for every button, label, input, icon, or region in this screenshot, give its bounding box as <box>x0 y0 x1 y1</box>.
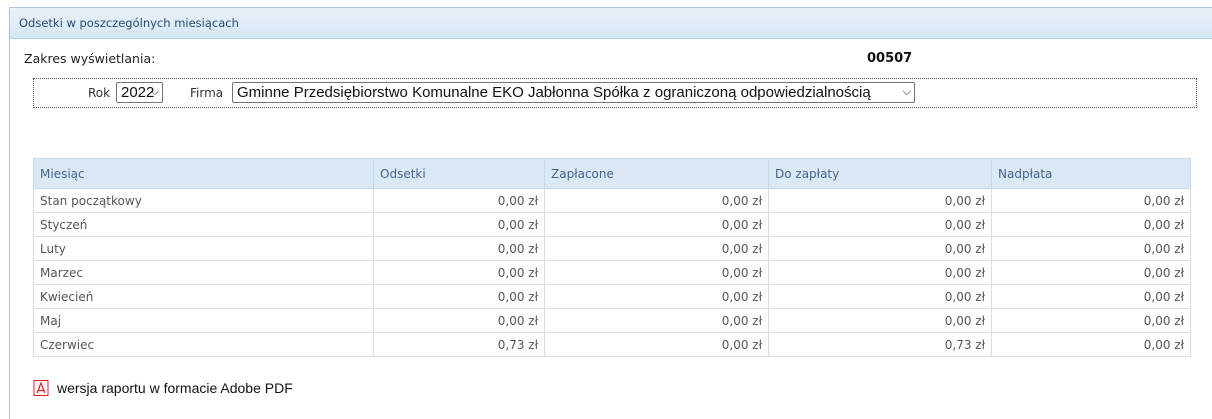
year-select-value: 2022 <box>121 84 155 101</box>
company-select-value: Gminne Przedsiębiorstwo Komunalne EKO Ja… <box>237 84 871 101</box>
cell-interest: 0,00 zł <box>373 188 545 213</box>
cell-paid: 0,00 zł <box>544 212 769 237</box>
year-select[interactable]: 2022 ⌵ <box>116 82 163 103</box>
cell-interest: 0,00 zł <box>373 284 545 309</box>
year-label: Rok <box>88 86 111 100</box>
cell-month: Styczeń <box>33 212 374 237</box>
cell-month: Luty <box>33 236 374 261</box>
cell-due: 0,00 zł <box>768 260 992 285</box>
column-header-interest: Odsetki <box>373 158 545 189</box>
cell-overpayment: 0,00 zł <box>991 284 1191 309</box>
table-row: Maj 0,00 zł 0,00 zł 0,00 zł 0,00 zł <box>33 308 1191 333</box>
column-header-month: Miesiąc <box>33 158 374 189</box>
cell-due: 0,00 zł <box>768 308 992 333</box>
cell-due: 0,00 zł <box>768 188 992 213</box>
cell-due: 0,00 zł <box>768 284 992 309</box>
cell-month: Marzec <box>33 260 374 285</box>
table-row: Marzec 0,00 zł 0,00 zł 0,00 zł 0,00 zł <box>33 260 1191 285</box>
table-row: Czerwiec 0,73 zł 0,00 zł 0,73 zł 0,00 zł <box>33 332 1191 357</box>
cell-month: Stan początkowy <box>33 188 374 213</box>
panel-title: Odsetki w poszczególnych miesiącach <box>10 8 1212 39</box>
column-header-due: Do zapłaty <box>768 158 992 189</box>
cell-overpayment: 0,00 zł <box>991 308 1191 333</box>
table-row: Kwiecień 0,00 zł 0,00 zł 0,00 zł 0,00 zł <box>33 284 1191 309</box>
range-label: Zakres wyświetlania: <box>24 51 156 66</box>
company-label: Firma <box>190 86 224 100</box>
cell-paid: 0,00 zł <box>544 332 769 357</box>
column-header-overpayment: Nadpłata <box>991 158 1191 189</box>
cell-overpayment: 0,00 zł <box>991 236 1191 261</box>
cell-paid: 0,00 zł <box>544 236 769 261</box>
column-header-paid: Zapłacone <box>544 158 769 189</box>
pdf-report-link[interactable]: wersja raportu w formacie Adobe PDF <box>33 380 293 396</box>
pdf-link-label: wersja raportu w formacie Adobe PDF <box>57 380 293 396</box>
table-row: Luty 0,00 zł 0,00 zł 0,00 zł 0,00 zł <box>33 236 1191 261</box>
table-row: Stan początkowy 0,00 zł 0,00 zł 0,00 zł … <box>33 188 1191 213</box>
filter-box: Rok 2022 ⌵ Firma Gminne Przedsiębiorstwo… <box>33 78 1197 108</box>
cell-interest: 0,73 zł <box>373 332 545 357</box>
chevron-down-icon: ⌵ <box>150 86 159 98</box>
cell-overpayment: 0,00 zł <box>991 212 1191 237</box>
cell-due: 0,73 zł <box>768 332 992 357</box>
cell-paid: 0,00 zł <box>544 260 769 285</box>
chevron-down-icon: ⌵ <box>902 86 911 98</box>
cell-interest: 0,00 zł <box>373 236 545 261</box>
table-header-row: Miesiąc Odsetki Zapłacone Do zapłaty Nad… <box>33 158 1191 189</box>
pdf-icon <box>33 380 49 396</box>
cell-month: Kwiecień <box>33 284 374 309</box>
interest-table: Miesiąc Odsetki Zapłacone Do zapłaty Nad… <box>33 158 1191 357</box>
table-row: Styczeń 0,00 zł 0,00 zł 0,00 zł 0,00 zł <box>33 212 1191 237</box>
cell-interest: 0,00 zł <box>373 308 545 333</box>
company-select[interactable]: Gminne Przedsiębiorstwo Komunalne EKO Ja… <box>232 82 915 103</box>
cell-overpayment: 0,00 zł <box>991 188 1191 213</box>
cell-paid: 0,00 zł <box>544 284 769 309</box>
cell-due: 0,00 zł <box>768 212 992 237</box>
cell-paid: 0,00 zł <box>544 188 769 213</box>
cell-interest: 0,00 zł <box>373 260 545 285</box>
cell-paid: 0,00 zł <box>544 308 769 333</box>
account-number: 00507 <box>867 51 913 66</box>
cell-overpayment: 0,00 zł <box>991 260 1191 285</box>
cell-month: Maj <box>33 308 374 333</box>
cell-month: Czerwiec <box>33 332 374 357</box>
cell-due: 0,00 zł <box>768 236 992 261</box>
cell-interest: 0,00 zł <box>373 212 545 237</box>
cell-overpayment: 0,00 zł <box>991 332 1191 357</box>
